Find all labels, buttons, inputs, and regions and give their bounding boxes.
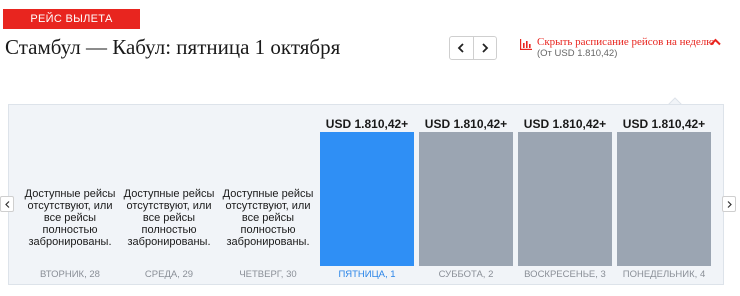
chevron-right-icon xyxy=(727,200,732,208)
day-date: 4 xyxy=(699,269,706,280)
weekday-name: воскресенье xyxy=(524,269,596,280)
weekday-name: вторник xyxy=(40,269,85,280)
next-day-button[interactable] xyxy=(472,37,496,59)
page-title: Стамбул — Кабул: пятница 1 октября xyxy=(5,35,341,59)
no-flights-message: Доступные рейсы отсутствуют, или все рей… xyxy=(123,188,215,248)
weekday-name: среда xyxy=(144,269,178,280)
day-column[interactable]: USD 1.810,42+ пятница, 1 xyxy=(320,104,414,286)
toggle-schedule-label: Скрыть расписание рейсов на неделю xyxy=(537,36,715,48)
chevron-up-icon xyxy=(710,38,721,46)
day-column[interactable]: USD 1.810,42+ понедельник, 4 xyxy=(617,104,711,286)
day-label[interactable]: среда, 29 xyxy=(118,269,220,280)
day-price: USD 1.810,42+ xyxy=(424,117,508,131)
scroll-right-button[interactable] xyxy=(722,196,736,212)
previous-day-button[interactable] xyxy=(450,37,473,59)
day-date: 29 xyxy=(182,269,194,280)
day-price: USD 1.810,42+ xyxy=(523,117,607,131)
day-date: 2 xyxy=(488,269,494,280)
date-navigation xyxy=(449,36,497,60)
day-price: USD 1.810,42+ xyxy=(325,117,409,131)
day-column: Доступные рейсы отсутствуют, или все рей… xyxy=(122,104,216,286)
day-bar[interactable] xyxy=(617,132,711,266)
day-bar[interactable] xyxy=(518,132,612,266)
day-column: Доступные рейсы отсутствуют, или все рей… xyxy=(221,104,315,286)
day-label[interactable]: пятница, 1 xyxy=(316,269,418,280)
toggle-weekly-schedule[interactable]: Скрыть расписание рейсов на неделю (От U… xyxy=(520,36,725,62)
chevron-left-icon xyxy=(458,43,465,53)
day-label[interactable]: вторник, 28 xyxy=(19,269,121,280)
chevron-left-icon xyxy=(4,200,9,208)
day-bar[interactable] xyxy=(419,132,513,266)
no-flights-message: Доступные рейсы отсутствуют, или все рей… xyxy=(24,188,116,248)
weekday-name: понедельник xyxy=(622,269,695,280)
day-date: 30 xyxy=(286,269,297,280)
selected-day-bar[interactable] xyxy=(320,132,414,266)
no-flights-message: Доступные рейсы отсутствуют, или все рей… xyxy=(222,188,314,248)
chevron-right-icon xyxy=(482,43,489,53)
day-date: 28 xyxy=(89,269,100,280)
scroll-left-button[interactable] xyxy=(0,196,14,212)
weekday-name: четверг xyxy=(239,269,281,280)
day-label[interactable]: суббота, 2 xyxy=(415,269,517,280)
day-column[interactable]: USD 1.810,42+ суббота, 2 xyxy=(419,104,513,286)
day-label[interactable]: понедельник, 4 xyxy=(613,269,715,280)
day-date: 3 xyxy=(600,269,606,280)
weekday-name: пятница xyxy=(338,269,385,280)
day-label[interactable]: воскресенье, 3 xyxy=(514,269,616,280)
day-date: 1 xyxy=(390,269,396,280)
departure-flight-badge: Рейс вылета xyxy=(3,9,140,29)
lowest-price-note: (От USD 1.810,42) xyxy=(537,48,618,59)
day-column: Доступные рейсы отсутствуют, или все рей… xyxy=(23,104,117,286)
day-column[interactable]: USD 1.810,42+ воскресенье, 3 xyxy=(518,104,612,286)
bar-chart-icon xyxy=(520,39,532,50)
day-price: USD 1.810,42+ xyxy=(622,117,706,131)
weekday-name: суббота xyxy=(438,269,483,280)
day-label[interactable]: четверг, 30 xyxy=(217,269,319,280)
